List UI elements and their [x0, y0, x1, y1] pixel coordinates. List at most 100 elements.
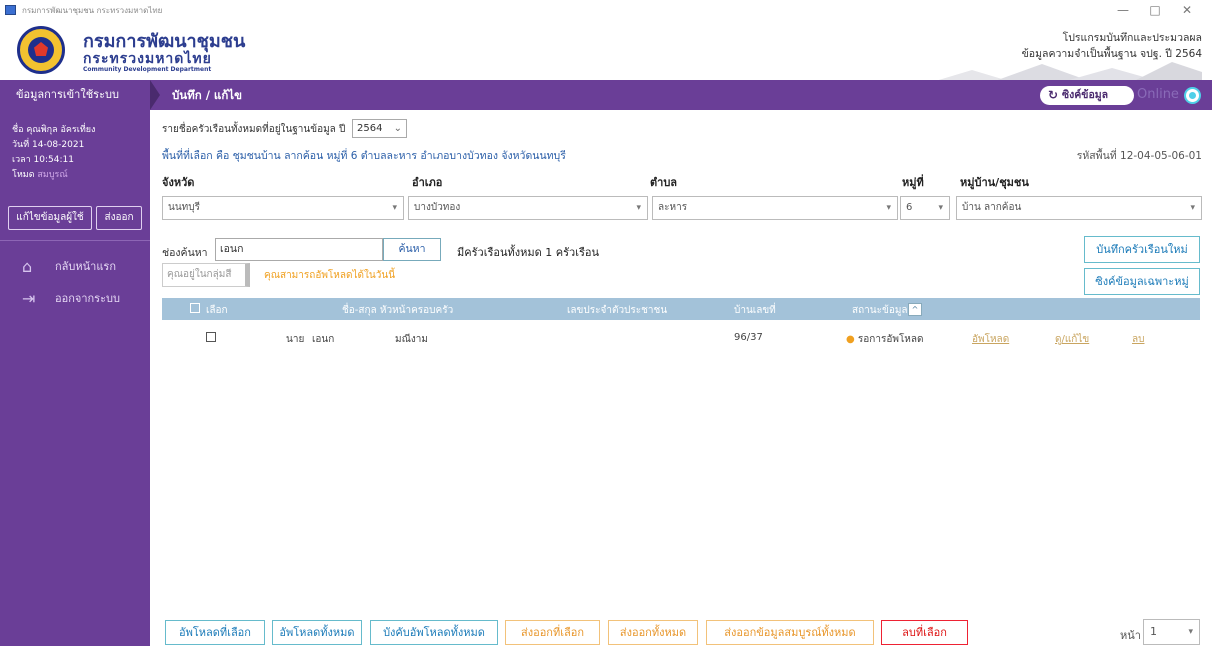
row-title: นาย [286, 334, 305, 345]
row-status: ● รอการอัพโหลด [846, 332, 924, 347]
subdistrict-select[interactable]: ละหาร ▾ [652, 196, 898, 220]
sidebar-item-home[interactable]: ⌂ กลับหน้าแรก [0, 255, 150, 279]
org-english-name: Community Development Department [83, 66, 212, 73]
upload-all-button[interactable]: อัพโหลดทั้งหมด [272, 620, 362, 645]
row-house-number: 96/37 [734, 332, 763, 343]
subdistrict-label: ตำบล [650, 176, 678, 189]
column-select: เลือก [206, 305, 228, 316]
page-value: 1 [1150, 625, 1157, 638]
column-id: เลขประจำตัวประชาชน [567, 305, 668, 316]
sort-status-button[interactable]: ^ [908, 303, 922, 316]
village-label: หมู่บ้าน/ชุมชน [960, 176, 1029, 189]
sidebar-item-label: กลับหน้าแรก [55, 260, 116, 273]
navigation-bar: ข้อมูลการเข้าใช้ระบบ บันทึก / แก้ไข ↻ ซิ… [0, 80, 1212, 110]
year-value: 2564 [357, 123, 383, 134]
household-count: มีครัวเรือนทั้งหมด 1 ครัวเรือน [457, 246, 599, 259]
houses-decoration [938, 62, 1202, 80]
sidebar-item-logout[interactable]: ⇥ ออกจากระบบ [0, 287, 150, 311]
online-status-label: Online [1137, 87, 1179, 102]
row-delete-link[interactable]: ลบ [1132, 332, 1144, 347]
chevron-down-icon: ▾ [1188, 627, 1193, 637]
user-name: ชื่อ คุณพิกุล อัครเที่ยง [12, 125, 96, 135]
selected-area-text: พื้นที่ที่เลือก คือ ชุมชนบ้าน ลากค้อน หม… [162, 150, 566, 162]
window-title: กรมการพัฒนาชุมชน กระทรวงมหาดไทย [22, 6, 163, 15]
province-select[interactable]: นนทบุรี ▾ [162, 196, 404, 220]
export-all-button[interactable]: ส่งออกทั้งหมด [608, 620, 698, 645]
district-select[interactable]: บางบัวทอง ▾ [408, 196, 648, 220]
login-time: เวลา 10:54:11 [12, 155, 74, 165]
mode-info: โหมด สมบูรณ์ [12, 167, 68, 181]
app-header: กรมการพัฒนาชุมชน กระทรวงมหาดไทย Communit… [0, 20, 1212, 80]
select-all-checkbox[interactable] [190, 303, 200, 313]
logout-icon: ⇥ [22, 289, 36, 308]
village-select[interactable]: บ้าน ลากค้อน ▾ [956, 196, 1202, 220]
district-label: อำเภอ [412, 176, 443, 189]
upload-selected-button[interactable]: อัพโหลดที่เลือก [165, 620, 265, 645]
login-info-heading: ข้อมูลการเข้าใช้ระบบ [16, 88, 119, 101]
upload-note: คุณสามารถอัพโหลดได้ในวันนี้ [264, 270, 396, 281]
row-status-text: รอการอัพโหลด [857, 334, 924, 345]
minimize-button[interactable]: — [1110, 2, 1136, 18]
delete-selected-button[interactable]: ลบที่เลือก [881, 620, 968, 645]
close-button[interactable]: ✕ [1174, 2, 1200, 18]
sidebar: ชื่อ คุณพิกุล อัครเที่ยง วันที่ 14-08-20… [0, 110, 150, 646]
sync-data-button[interactable]: ↻ ซิงค์ข้อมูล [1040, 86, 1134, 105]
search-input[interactable]: เอนก [215, 238, 383, 261]
edit-user-button[interactable]: แก้ไขข้อมูลผู้ใช้ [8, 206, 92, 230]
province-label: จังหวัด [162, 176, 195, 189]
row-upload-link[interactable]: อัพโหลด [972, 332, 1009, 347]
department-logo [17, 26, 65, 74]
moo-value: 6 [906, 202, 913, 213]
login-date: วันที่ 14-08-2021 [12, 140, 85, 150]
row-first-name: เอนก [312, 334, 335, 345]
online-indicator-icon [1184, 87, 1201, 104]
program-title: โปรแกรมบันทึกและประมวลผล [1062, 32, 1202, 44]
window-titlebar: กรมการพัฒนาชุมชน กระทรวงมหาดไทย — □ ✕ [0, 0, 1212, 20]
mode-value: สมบูรณ์ [37, 170, 68, 180]
row-edit-link[interactable]: ดู/แก้ไข [1055, 332, 1089, 347]
row-last-name: มณีงาม [395, 334, 428, 345]
sidebar-divider [0, 240, 150, 241]
table-header: เลือก ชื่อ-สกุล หัวหน้าครอบครัว เลขประจำ… [162, 298, 1200, 320]
chevron-down-icon: ▾ [886, 203, 891, 213]
subdistrict-value: ละหาร [658, 202, 688, 213]
province-value: นนทบุรี [168, 202, 200, 213]
search-label: ช่องค้นหา [162, 247, 208, 259]
chevron-down-icon: ▾ [636, 203, 641, 213]
row-checkbox[interactable] [206, 332, 216, 342]
district-value: บางบัวทอง [414, 202, 461, 213]
year-select[interactable]: 2564 ⌄ [352, 119, 407, 138]
page-title: บันทึก / แก้ไข [172, 88, 242, 102]
sidebar-item-label: ออกจากระบบ [55, 292, 120, 305]
page-label: หน้า [1120, 629, 1141, 642]
column-status: สถานะข้อมูล [852, 305, 908, 316]
new-household-button[interactable]: บันทึกครัวเรือนใหม่ [1084, 236, 1200, 263]
sync-data-label: ซิงค์ข้อมูล [1062, 89, 1109, 101]
year-prompt: รายชื่อครัวเรือนทั้งหมดที่อยู่ในฐานข้อมู… [162, 124, 346, 135]
chevron-down-icon: ▾ [1190, 203, 1195, 213]
color-group-field: คุณอยู่ในกลุ่มสี [162, 263, 250, 287]
search-button[interactable]: ค้นหา [383, 238, 441, 261]
nav-arrow-icon [150, 80, 160, 110]
column-house: บ้านเลขที่ [734, 305, 776, 316]
moo-select[interactable]: 6 ▾ [900, 196, 950, 220]
mode-label: โหมด [12, 170, 35, 180]
page-select[interactable]: 1 ▾ [1143, 619, 1200, 645]
chevron-down-icon: ▾ [938, 203, 943, 213]
village-value: บ้าน ลากค้อน [962, 202, 1022, 213]
area-code: รหัสพื้นที่ 12-04-05-06-01 [1076, 150, 1202, 162]
export-user-button[interactable]: ส่งออก [96, 206, 142, 230]
table-row: นาย เอนก มณีงาม 96/37 ● รอการอัพโหลด อัพ… [162, 328, 1200, 348]
status-dot-icon: ● [846, 334, 855, 345]
column-name: ชื่อ-สกุล หัวหน้าครอบครัว [342, 305, 454, 316]
force-upload-all-button[interactable]: บังคับอัพโหลดทั้งหมด [370, 620, 498, 645]
moo-label: หมู่ที่ [902, 176, 924, 189]
app-icon [5, 5, 16, 15]
chevron-down-icon: ⌄ [393, 123, 402, 134]
maximize-button[interactable]: □ [1142, 2, 1168, 18]
main-content: รายชื่อครัวเรือนทั้งหมดที่อยู่ในฐานข้อมู… [150, 110, 1212, 646]
sync-village-button[interactable]: ซิงค์ข้อมูลเฉพาะหมู่ [1084, 268, 1200, 295]
export-selected-button[interactable]: ส่งออกที่เลือก [505, 620, 600, 645]
refresh-icon: ↻ [1048, 88, 1059, 102]
export-complete-all-button[interactable]: ส่งออกข้อมูลสมบูรณ์ทั้งหมด [706, 620, 874, 645]
